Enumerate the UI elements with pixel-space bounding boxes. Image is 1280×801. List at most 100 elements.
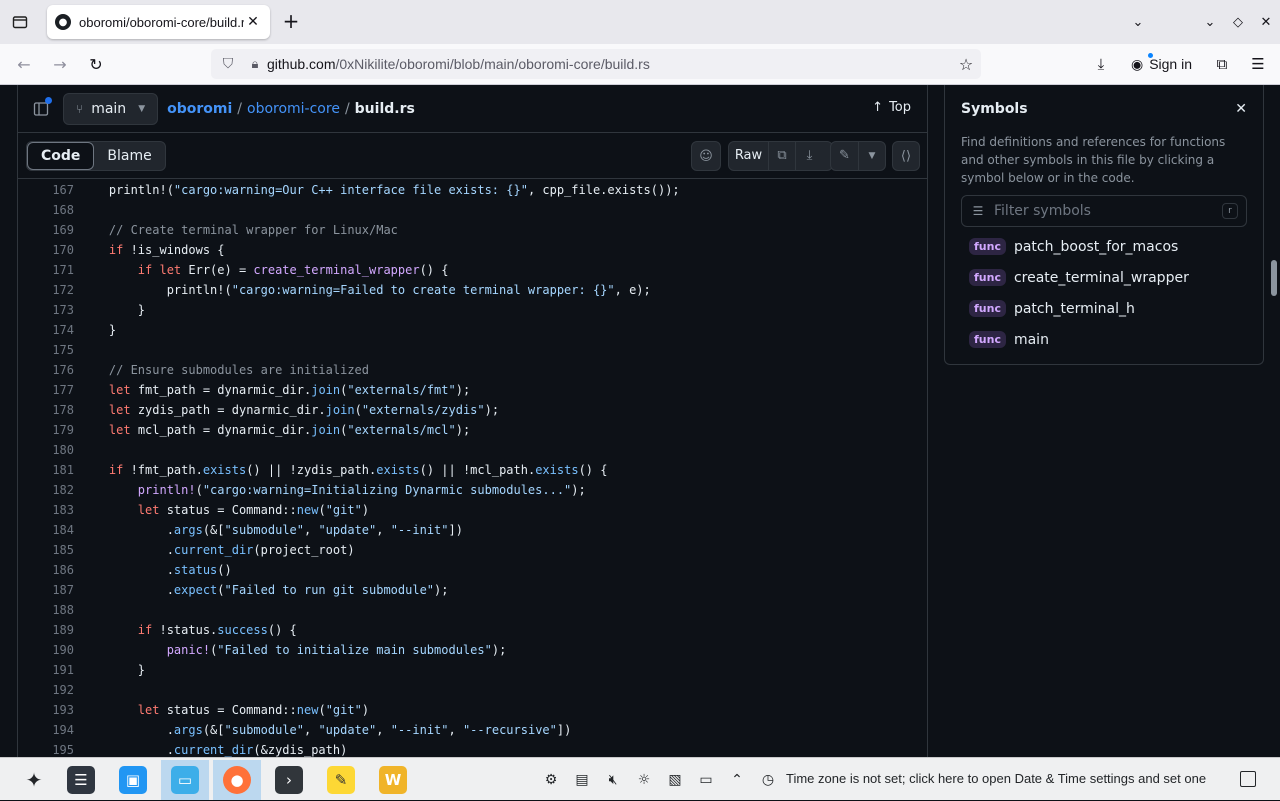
taskbar-app-files[interactable]: ▭	[161, 760, 209, 800]
caret-down-icon[interactable]: ▼	[859, 142, 885, 170]
extensions-icon[interactable]: ⧉	[1208, 50, 1236, 78]
line-number[interactable]: 182	[18, 480, 74, 500]
sign-in-button[interactable]: ◉ Sign in	[1123, 50, 1200, 78]
line-number[interactable]: 170	[18, 240, 74, 260]
notes-icon[interactable]: ▧	[664, 772, 686, 788]
symbol-item[interactable]: func create_terminal_wrapper	[969, 262, 1189, 293]
line-number[interactable]: 176	[18, 360, 74, 380]
symbol-name: patch_terminal_h	[1013, 300, 1135, 317]
clock-icon[interactable]: ◷	[757, 772, 779, 788]
tab-code[interactable]: Code	[27, 142, 95, 170]
symbol-name: create_terminal_wrapper	[1013, 269, 1189, 286]
line-number[interactable]: 194	[18, 720, 74, 740]
filter-symbols-input[interactable]	[994, 203, 1222, 219]
line-number[interactable]: 183	[18, 500, 74, 520]
code-line: 189 if !status.success() {	[18, 620, 927, 640]
close-icon[interactable]: ✕	[1235, 101, 1247, 117]
line-number[interactable]: 178	[18, 400, 74, 420]
forward-icon[interactable]: →	[48, 52, 72, 76]
network-icon[interactable]: ⚙	[540, 772, 562, 788]
symbol-item[interactable]: func main	[969, 324, 1189, 355]
breadcrumb-folder[interactable]: oboromi-core	[247, 101, 340, 117]
code-line: 174 }	[18, 320, 927, 340]
back-icon[interactable]: ←	[12, 52, 36, 76]
close-tab-icon[interactable]: ✕	[244, 13, 262, 31]
clipboard-icon[interactable]: ▤	[571, 772, 593, 788]
maximize-icon[interactable]: ◇	[1224, 15, 1252, 30]
line-number[interactable]: 187	[18, 580, 74, 600]
sidebar-toggle-icon[interactable]	[26, 94, 56, 124]
branch-selector[interactable]: ⑂ main ▼	[63, 92, 159, 125]
line-number[interactable]: 189	[18, 620, 74, 640]
bookmark-star-icon[interactable]: ☆	[951, 55, 981, 74]
taskbar-app-terminal[interactable]: ›	[265, 760, 313, 800]
breadcrumb-repo[interactable]: oboromi	[167, 101, 232, 117]
taskbar-app-firefox[interactable]: ●	[213, 760, 261, 800]
pencil-icon[interactable]: ✎	[831, 142, 859, 170]
tab-blame[interactable]: Blame	[94, 142, 164, 170]
tab-list-icon[interactable]	[8, 10, 32, 34]
line-number[interactable]: 168	[18, 200, 74, 220]
taskbar-app-wps[interactable]: W	[369, 760, 417, 800]
downloads-icon[interactable]: ⤓	[1087, 50, 1115, 78]
download-icon[interactable]: ⤓	[796, 142, 823, 170]
minimize-icon[interactable]: ⌄	[1196, 15, 1224, 30]
top-button[interactable]: ↑ Top	[872, 100, 911, 115]
chevron-up-icon[interactable]: ⌃	[726, 772, 748, 788]
line-number[interactable]: 167	[18, 180, 74, 200]
filter-symbols-field[interactable]: ☰ r	[961, 195, 1247, 227]
taskbar-app-settings[interactable]: ☰	[57, 760, 105, 800]
reload-icon[interactable]: ↻	[84, 52, 108, 76]
timezone-message[interactable]: Time zone is not set; click here to open…	[786, 771, 1206, 786]
line-number[interactable]: 172	[18, 280, 74, 300]
line-number[interactable]: 173	[18, 300, 74, 320]
line-number[interactable]: 175	[18, 340, 74, 360]
page-scrollbar[interactable]	[1268, 85, 1280, 757]
chevron-down-icon[interactable]: ⌄	[1124, 15, 1152, 30]
file-header: ⑂ main ▼ oboromi / oboromi-core / build.…	[18, 85, 927, 133]
code-text: }	[80, 663, 146, 677]
close-window-icon[interactable]: ✕	[1252, 15, 1280, 30]
symbol-item[interactable]: func patch_terminal_h	[969, 293, 1189, 324]
symbol-item[interactable]: func patch_boost_for_macos	[969, 231, 1189, 262]
menu-icon[interactable]: ☰	[1244, 50, 1272, 78]
raw-button[interactable]: Raw	[729, 142, 769, 170]
new-tab-button[interactable]: +	[280, 11, 302, 33]
symbols-panel-icon[interactable]: ⟨⟩	[892, 141, 920, 171]
symbols-list: func patch_boost_for_macos func create_term…	[969, 231, 1189, 355]
line-number[interactable]: 192	[18, 680, 74, 700]
app-launcher[interactable]: ✦	[10, 760, 58, 800]
address-bar[interactable]: ⛉ 🔒︎ github.com/0xNikilite/oboromi/blob/…	[211, 49, 981, 79]
line-number[interactable]: 177	[18, 380, 74, 400]
copilot-icon[interactable]: ☺	[691, 141, 721, 171]
line-number[interactable]: 184	[18, 520, 74, 540]
taskbar-app-store[interactable]: ▣	[109, 760, 157, 800]
display-icon[interactable]: ▭	[695, 772, 717, 788]
code-line: 190 panic!("Failed to initialize main su…	[18, 640, 927, 660]
line-number[interactable]: 169	[18, 220, 74, 240]
line-number[interactable]: 186	[18, 560, 74, 580]
url-text[interactable]: github.com/0xNikilite/oboromi/blob/main/…	[267, 56, 951, 72]
line-number[interactable]: 171	[18, 260, 74, 280]
volume-muted-icon[interactable]: 🔇︎	[602, 772, 624, 788]
copy-icon[interactable]: ⧉	[769, 142, 796, 170]
line-number[interactable]: 190	[18, 640, 74, 660]
line-number[interactable]: 174	[18, 320, 74, 340]
line-number[interactable]: 181	[18, 460, 74, 480]
line-number[interactable]: 191	[18, 660, 74, 680]
line-number[interactable]: 188	[18, 600, 74, 620]
line-number[interactable]: 193	[18, 700, 74, 720]
browser-tab[interactable]: ● oboromi/oboromi-core/build.rs ✕	[47, 5, 270, 39]
scrollbar-thumb[interactable]	[1271, 260, 1277, 296]
breadcrumb-separator: /	[344, 100, 350, 117]
lock-icon[interactable]: 🔒︎	[243, 57, 267, 72]
brightness-icon[interactable]: ☼	[633, 772, 655, 788]
code-line: 179 let mcl_path = dynarmic_dir.join("ex…	[18, 420, 927, 440]
line-number[interactable]: 180	[18, 440, 74, 460]
line-number[interactable]: 185	[18, 540, 74, 560]
line-number[interactable]: 195	[18, 740, 74, 757]
taskbar-app-editor[interactable]: ✎	[317, 760, 365, 800]
show-desktop-icon[interactable]	[1240, 771, 1256, 787]
shield-icon[interactable]: ⛉	[213, 56, 243, 72]
line-number[interactable]: 179	[18, 420, 74, 440]
